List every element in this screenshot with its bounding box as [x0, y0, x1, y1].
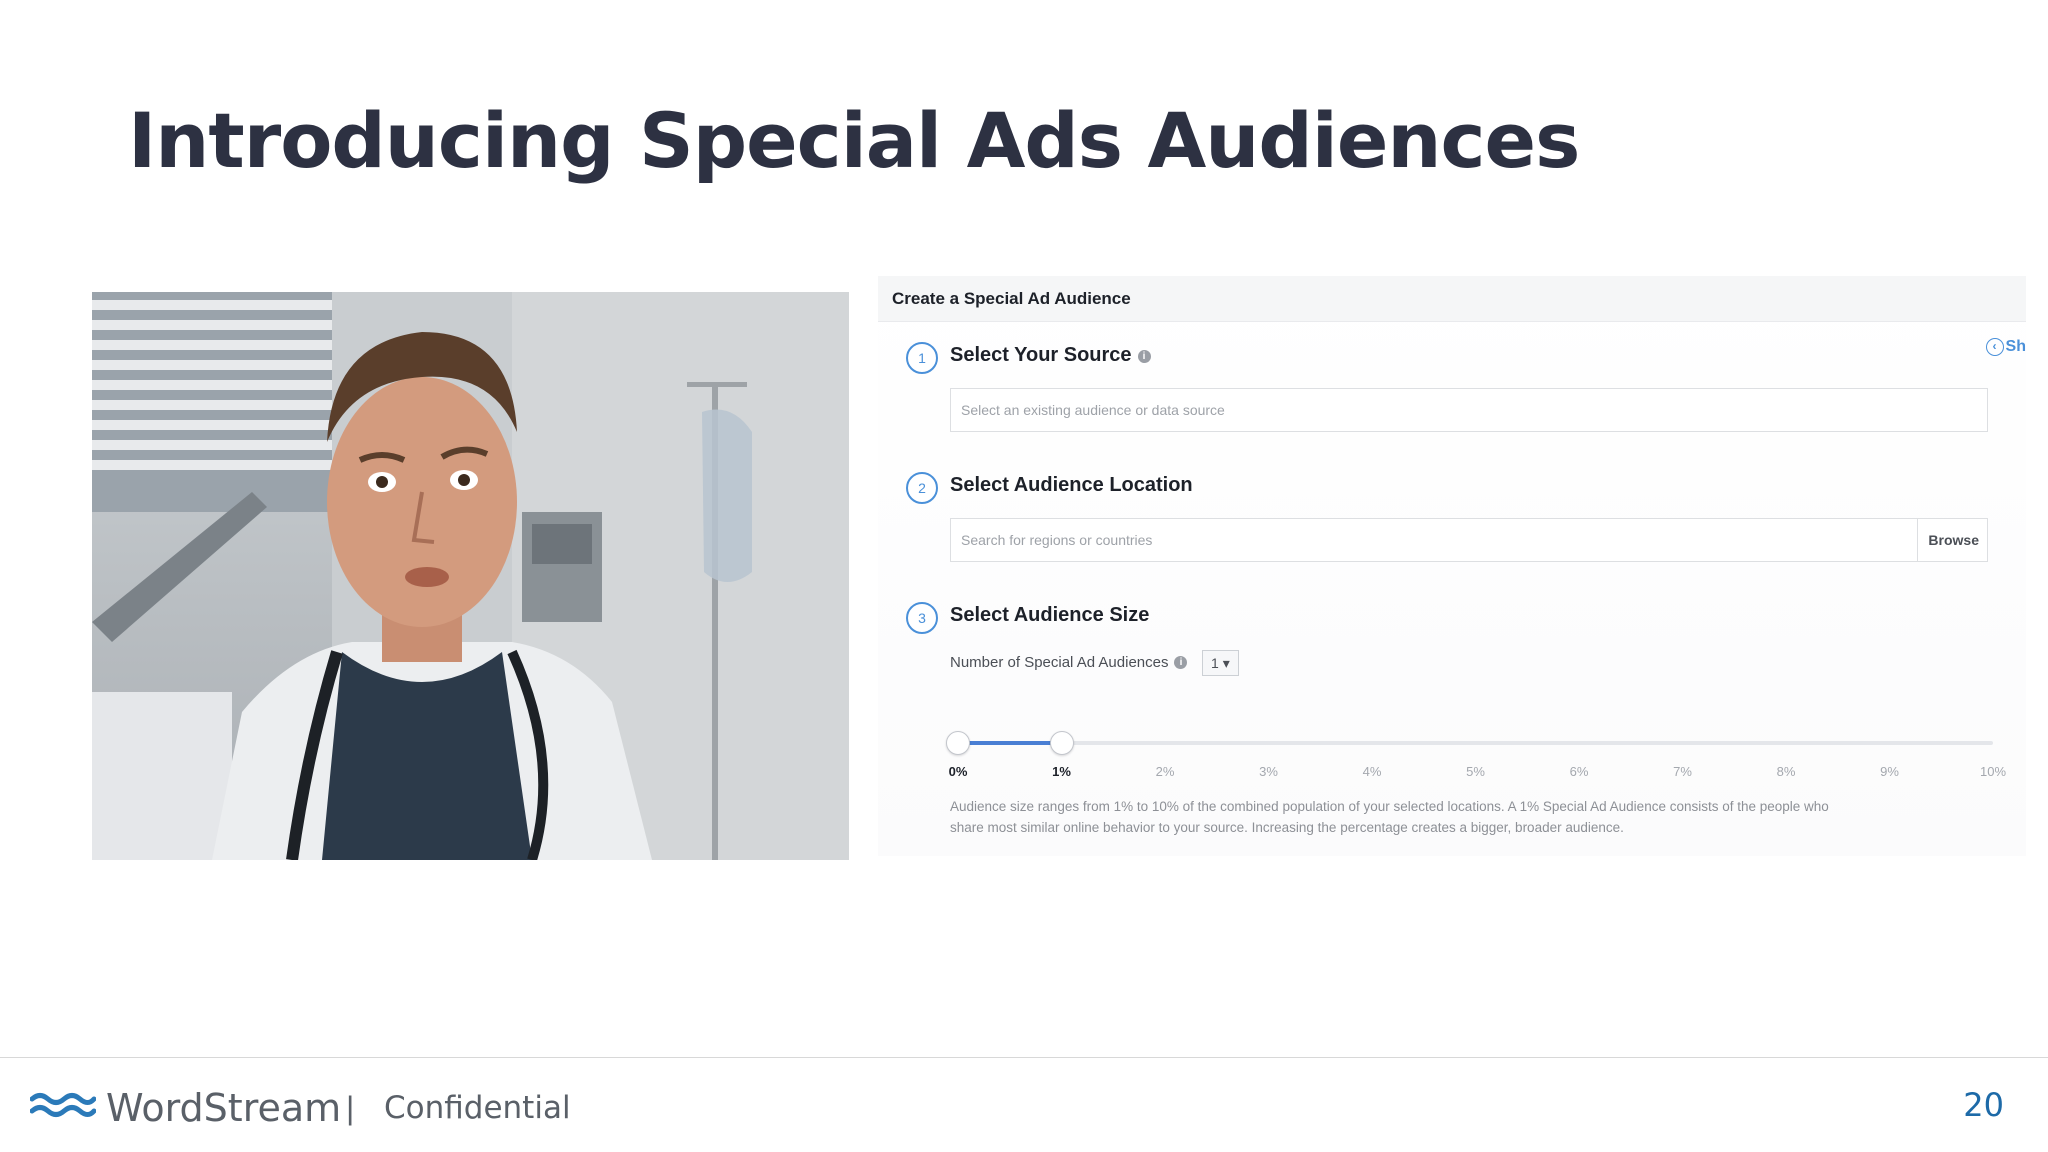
step-2-number: 2	[906, 472, 938, 504]
slider-tick-label: 6%	[1569, 764, 1589, 779]
page-number: 20	[1963, 1086, 2004, 1124]
wave-logo-icon	[29, 1091, 97, 1126]
slider-max-handle[interactable]	[1050, 731, 1074, 755]
confidential-label: Confidential	[384, 1090, 571, 1126]
info-icon[interactable]: i	[1174, 656, 1188, 669]
info-icon[interactable]: i	[1137, 350, 1151, 363]
step-1-title-text: Select Your Source	[950, 344, 1132, 366]
slider-tick-label: 9%	[1880, 764, 1899, 779]
audience-count-label: Number of Special Ad Audiences i	[950, 654, 1188, 671]
step-1-number: 1	[906, 342, 938, 374]
step-3-number: 3	[906, 602, 938, 634]
audience-count-value: 1	[1211, 655, 1219, 671]
slider-tick-label: 10%	[1979, 764, 2007, 779]
special-ad-audience-panel: Create a Special Ad Audience ‹ Sh 1 Selec…	[878, 276, 2026, 856]
step-2-title: Select Audience Location	[950, 474, 1193, 496]
browse-button[interactable]: Browse	[1917, 519, 1979, 561]
audience-count-select[interactable]: 1 ▾	[1202, 650, 1239, 676]
chevron-left-icon: ‹	[1985, 338, 2004, 356]
footer-separator: |	[346, 1090, 355, 1126]
slider-tick-label: 8%	[1776, 764, 1796, 779]
slider-tick-label: 1%	[1052, 764, 1071, 779]
audience-size-slider[interactable]	[958, 741, 1993, 745]
caret-down-icon: ▾	[1222, 655, 1230, 671]
audience-size-description-2: share most similar online behavior to yo…	[950, 820, 1624, 835]
slider-tick-label: 2%	[1155, 764, 1175, 779]
slider-range-fill	[958, 741, 1062, 745]
panel-header: Create a Special Ad Audience	[878, 276, 2026, 322]
location-input[interactable]: Search for regions or countries Browse	[950, 518, 1988, 562]
slide-title: Introducing Special Ads Audiences	[128, 96, 1580, 185]
footer-divider	[0, 1057, 2048, 1058]
doctor-photo	[92, 292, 849, 860]
slider-tick-label: 7%	[1673, 764, 1692, 779]
audience-size-description-1: Audience size ranges from 1% to 10% of t…	[950, 799, 1829, 814]
slider-min-handle[interactable]	[946, 731, 970, 755]
slider-tick-label: 0%	[948, 764, 968, 779]
show-link[interactable]: ‹ Sh	[1985, 338, 2026, 356]
location-placeholder: Search for regions or countries	[961, 532, 1153, 548]
brand-name: WordStream	[106, 1086, 342, 1130]
show-link-label: Sh	[2005, 338, 2026, 355]
slider-tick-label: 5%	[1466, 764, 1485, 779]
slider-tick-label: 3%	[1259, 764, 1278, 779]
source-input[interactable]: Select an existing audience or data sour…	[950, 388, 1988, 432]
step-1-title: Select Your Source i	[950, 344, 1151, 367]
step-3-title: Select Audience Size	[950, 604, 1150, 626]
slider-tick-label: 4%	[1362, 764, 1382, 779]
audience-count-label-text: Number of Special Ad Audiences	[950, 654, 1169, 671]
